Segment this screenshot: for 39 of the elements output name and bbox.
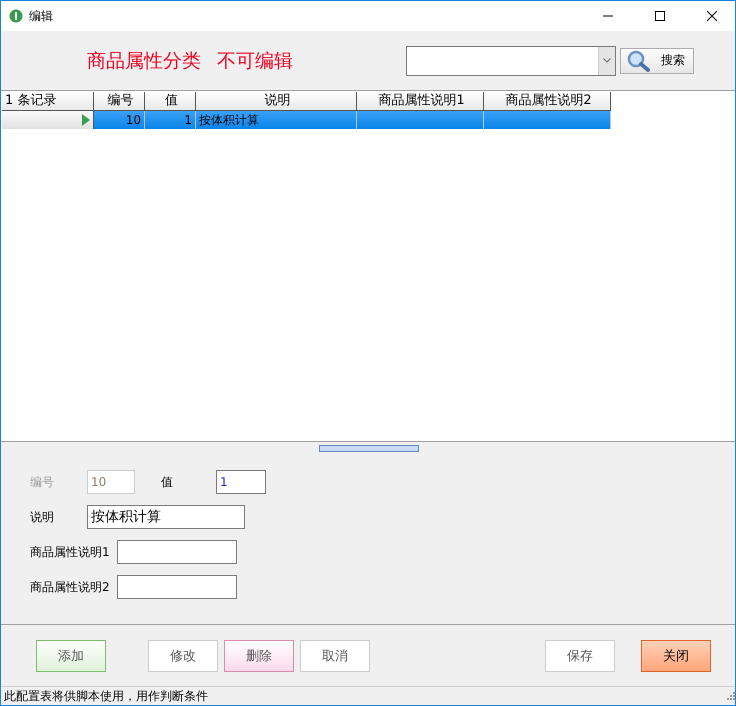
action-button[interactable]: 关闭 bbox=[641, 640, 711, 672]
column-header[interactable]: 说明 bbox=[196, 92, 357, 111]
row-pointer-icon bbox=[82, 114, 90, 126]
column-header[interactable]: 编号 bbox=[94, 92, 145, 111]
action-button[interactable]: 保存 bbox=[545, 640, 615, 672]
input-field[interactable]: 按体积计算 bbox=[87, 505, 245, 529]
field-label: 值 bbox=[161, 474, 174, 490]
splitter-handle[interactable] bbox=[319, 444, 419, 452]
record-count: 1 条记录 bbox=[2, 92, 94, 111]
status-label: 商品属性分类 bbox=[87, 48, 201, 74]
window-title: 编辑 bbox=[29, 8, 54, 24]
field-label: 商品属性说明1 bbox=[30, 544, 111, 560]
field-label: 商品属性说明2 bbox=[30, 578, 111, 596]
app-icon bbox=[9, 9, 23, 23]
chevron-down-icon bbox=[603, 58, 611, 63]
table-cell: 10 bbox=[94, 111, 145, 129]
table-cell: 1 bbox=[145, 111, 196, 129]
action-button[interactable]: 修改 bbox=[148, 640, 218, 672]
status-bar-text: 此配置表将供脚本使用，用作判断条件 bbox=[4, 688, 209, 704]
search-combo[interactable] bbox=[406, 46, 616, 76]
close-icon bbox=[707, 11, 717, 21]
input-field[interactable] bbox=[117, 575, 237, 599]
resize-grip-icon bbox=[727, 692, 735, 700]
table-cell: 按体积计算 bbox=[196, 111, 357, 129]
search-icon bbox=[627, 50, 651, 72]
field-label: 编号 bbox=[30, 474, 55, 490]
action-button[interactable]: 添加 bbox=[36, 640, 106, 672]
search-button[interactable]: 搜索 bbox=[620, 48, 694, 74]
column-header[interactable]: 商品属性说明2 bbox=[484, 92, 611, 111]
action-button[interactable]: 取消 bbox=[300, 640, 370, 672]
row-header[interactable] bbox=[2, 111, 94, 129]
input-field[interactable]: 1 bbox=[216, 470, 266, 494]
maximize-icon bbox=[655, 11, 665, 21]
input-field[interactable] bbox=[117, 540, 237, 564]
column-header[interactable]: 商品属性说明1 bbox=[357, 92, 484, 111]
action-button[interactable]: 删除 bbox=[224, 640, 294, 672]
field-label: 说明 bbox=[30, 508, 55, 526]
status-label: 不可编辑 bbox=[217, 48, 293, 74]
column-header[interactable]: 值 bbox=[145, 92, 196, 111]
